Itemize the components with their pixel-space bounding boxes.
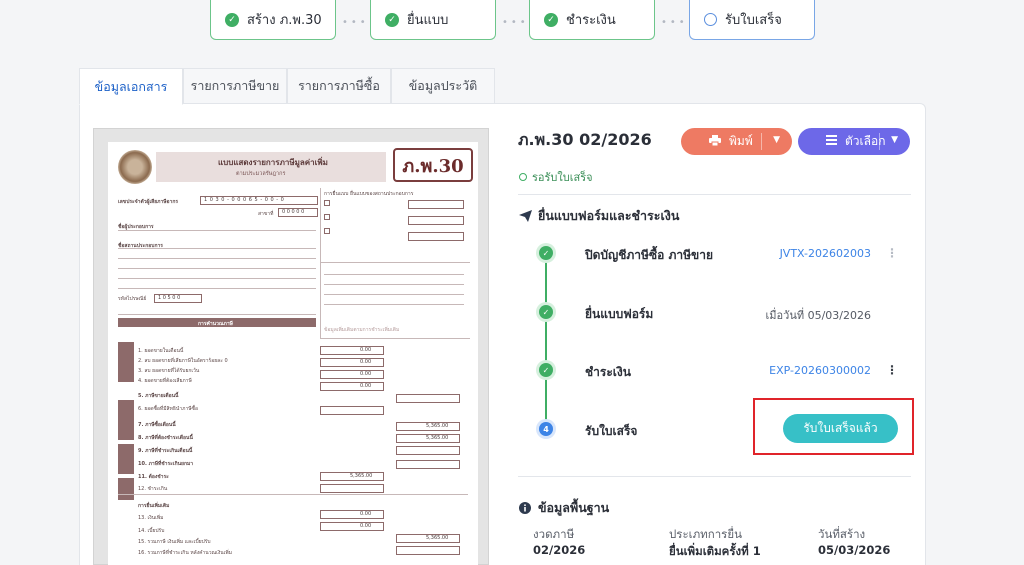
divider [518, 194, 911, 195]
receipt-received-button[interactable]: รับใบเสร็จแล้ว [783, 414, 898, 443]
tab-document-info[interactable]: ข้อมูลเอกสาร [79, 68, 183, 105]
more-options-icon[interactable]: ⋮ [886, 363, 898, 377]
filing-section-title: ยื่นแบบฟอร์มและชำระเงิน [518, 206, 679, 226]
status-badge: รอรับใบเสร็จ [519, 168, 593, 186]
step-submit[interactable]: ✓ ยื่นแบบ [370, 0, 496, 40]
branch-value: 0 0 0 0 0 [282, 209, 305, 215]
status-circle-icon [519, 173, 527, 181]
pending-circle-icon [704, 13, 717, 26]
timeline-line [545, 253, 547, 430]
expense-document-link[interactable]: EXP-20260300002 [769, 364, 871, 377]
chevron-down-icon[interactable]: ▼ [773, 135, 780, 145]
menu-icon [826, 135, 837, 148]
filing-type-label: ประเภทการยื่น [669, 527, 742, 541]
document-title: ภ.พ.30 02/2026 [518, 130, 652, 149]
divider [518, 476, 911, 477]
form-code: ภ.พ.30 [393, 148, 473, 182]
tax-id-value: 1 0 3 0 - 0 0 0 6 5 - 0 0 - 0 [204, 197, 285, 203]
check-icon: ✓ [385, 12, 399, 27]
filing-type-value: ยื่นเพิ่มเติมครั้งที่ 1 [669, 544, 761, 558]
status-text: รอรับใบเสร็จ [532, 171, 593, 184]
revenue-department-seal-icon [118, 150, 152, 184]
options-button[interactable]: ตัวเลือก ▼ [798, 128, 910, 155]
amount-line-1: 0.00 [360, 347, 372, 353]
created-date-value: 05/03/2026 [818, 543, 891, 557]
timeline-step-label: รับใบเสร็จ [585, 424, 638, 438]
amount-line-11: 5,365.00 [350, 473, 373, 479]
step-label: สร้าง ภ.พ.30 [247, 13, 322, 28]
info-icon [518, 501, 532, 515]
step-payment[interactable]: ✓ ชำระเงิน [529, 0, 655, 40]
check-icon: ✓ [544, 12, 558, 27]
print-label: พิมพ์ [729, 134, 753, 148]
step-create-pp30[interactable]: ✓ สร้าง ภ.พ.30 [210, 0, 336, 40]
step-connector: ••• [342, 17, 369, 28]
printer-icon [709, 134, 721, 149]
step-connector: ••• [661, 17, 688, 28]
check-icon: ✓ [225, 12, 239, 27]
timeline-step-label: ยื่นแบบฟอร์ม [585, 307, 654, 321]
amount-line-4: 0.00 [360, 383, 372, 389]
submitted-date: เมื่อวันที่ 05/03/2026 [765, 309, 871, 322]
step-label: ชำระเงิน [566, 13, 616, 28]
step-label: รับใบเสร็จ [725, 13, 782, 28]
paper-plane-icon [518, 209, 532, 223]
tab-history[interactable]: ข้อมูลประวัติ [391, 68, 495, 104]
tab-sales-tax[interactable]: รายการภาษีขาย [183, 68, 287, 104]
amount-line-3: 0.00 [360, 371, 372, 377]
timeline-step-label: ปิดบัญชีภาษีซื้อ ภาษีขาย [585, 248, 714, 262]
more-options-icon[interactable]: ⋮ [886, 246, 898, 260]
tab-purchase-tax[interactable]: รายการภาษีซื้อ [287, 68, 391, 104]
amount-line-2: 0.00 [360, 359, 372, 365]
timeline-dot-done: ✓ [539, 363, 553, 377]
amount-line-8: 5,365.00 [426, 435, 449, 441]
step-connector: ••• [502, 17, 529, 28]
pp30-form-preview[interactable]: แบบแสดงรายการภาษีมูลค่าเพิ่ม ตามประมวลรั… [108, 142, 478, 565]
timeline-step-label: ชำระเงิน [585, 365, 631, 379]
form-footer-label: ข้อมูลเพิ่มเติมตามการชำระเพิ่มเติม [324, 327, 400, 333]
journal-voucher-link[interactable]: JVTX-202602003 [780, 247, 871, 260]
tax-period-label: งวดภาษี [533, 527, 575, 541]
timeline-dot-done: ✓ [539, 305, 553, 319]
created-date-label: วันที่สร้าง [818, 527, 866, 541]
amount-line-14: 0.00 [360, 523, 372, 529]
amount-line-13: 0.00 [360, 511, 372, 517]
amount-line-15: 5,365.00 [426, 535, 449, 541]
timeline-dot-current: 4 [539, 422, 553, 436]
calculation-section-label: การคำนวณภาษี [198, 321, 233, 327]
form-header-subtitle: ตามประมวลรัษฎากร [236, 171, 286, 177]
tax-period-value: 02/2026 [533, 543, 586, 557]
amount-line-7: 5,365.00 [426, 423, 449, 429]
chevron-down-icon[interactable]: ▼ [891, 135, 898, 145]
step-label: ยื่นแบบ [407, 13, 449, 28]
postal-code-value: 1 0 5 0 0 [158, 295, 181, 301]
basic-info-title: ข้อมูลพื้นฐาน [518, 498, 609, 518]
step-receipt[interactable]: รับใบเสร็จ [689, 0, 815, 40]
timeline-dot-done: ✓ [539, 246, 553, 260]
print-button[interactable]: พิมพ์ ▼ [681, 128, 792, 155]
form-header-title: แบบแสดงรายการภาษีมูลค่าเพิ่ม [218, 158, 328, 167]
